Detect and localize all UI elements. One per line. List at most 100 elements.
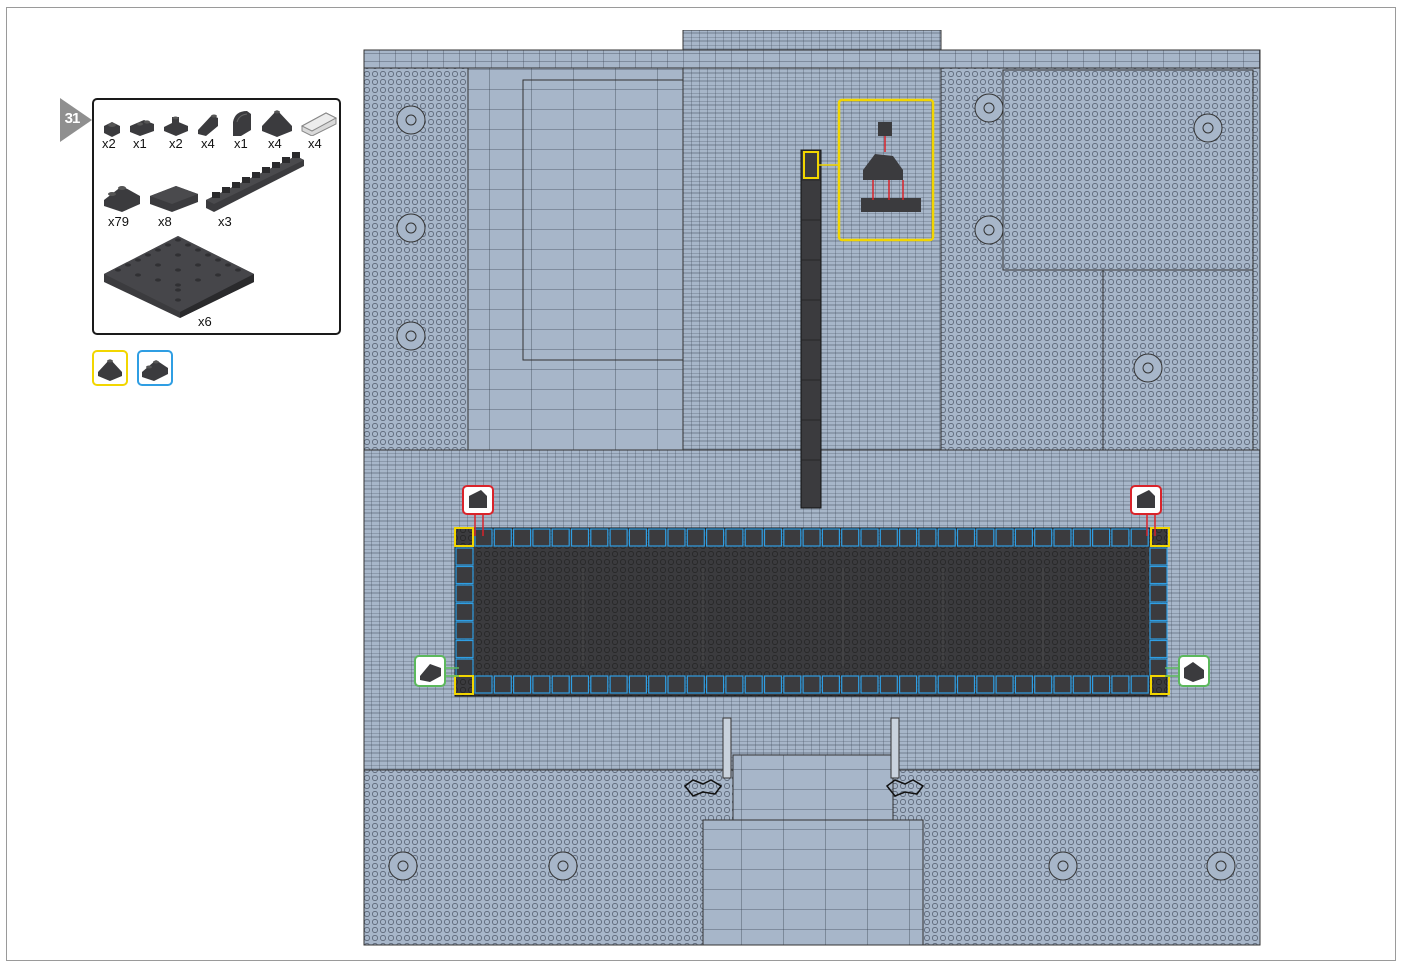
part-qty: x1 <box>133 136 147 151</box>
cheese-slope-cell <box>1149 639 1168 659</box>
part-qty: x4 <box>201 136 215 151</box>
cheese-slope-cell <box>1149 584 1168 603</box>
part-item: x6 <box>100 230 260 335</box>
part-item: x2 <box>161 114 191 158</box>
part-qty: x3 <box>218 214 232 229</box>
cheese-slope-cell <box>551 528 570 547</box>
cheese-slope-cell <box>628 528 647 547</box>
stair-landing <box>732 754 894 821</box>
cheese-slope-cell <box>1149 658 1168 677</box>
part-item: x1 <box>227 108 257 158</box>
cheese-slope-cell <box>455 584 474 603</box>
cheese-slope-cell <box>551 675 570 694</box>
part-item: x1 <box>127 114 157 158</box>
cheese-slope-cell <box>1053 675 1072 694</box>
tile-2x4-icon <box>150 186 198 212</box>
cheese-slope-icon <box>104 186 140 212</box>
blue-cheese-slope-col-left <box>455 547 474 677</box>
cheese-slope-cell <box>1130 528 1149 547</box>
part-qty: x4 <box>308 136 322 151</box>
cheese-slope-cell <box>513 675 532 694</box>
cheese-slope-cell <box>879 528 898 547</box>
cheese-slope-cell <box>841 675 860 694</box>
part-qty: x6 <box>198 314 212 329</box>
cheese-slope-cell <box>995 675 1014 694</box>
part-item: x2 <box>100 118 124 158</box>
cheese-slope-cell <box>532 528 551 547</box>
light-bluish-gray-tile-icon <box>300 112 338 137</box>
cheese-slope-cell <box>763 528 783 547</box>
cheese-slope-cell <box>860 528 879 547</box>
cheese-slope-cell <box>918 675 937 694</box>
cheese-slope-cell <box>455 547 474 566</box>
cheese-slope-cell <box>898 675 918 694</box>
right-stud-panel <box>1102 269 1254 451</box>
plate-1x10-icon <box>206 152 304 212</box>
cheese-slope-cell <box>937 675 956 694</box>
cheese-slope-cell <box>725 675 744 694</box>
cheese-slope-cell <box>802 675 821 694</box>
cheese-slope-cell <box>841 528 860 547</box>
upper-right-stud-panel <box>1002 69 1254 271</box>
cheese-slope-cell <box>609 528 628 547</box>
parts-list-callout: x2 x1 x2 x4 x1 x4 x4 x79 x8 x3 x6 <box>92 98 341 335</box>
cheese-slope-cell <box>1149 621 1168 640</box>
yellow-highlight-chip <box>92 350 128 386</box>
brick-1x2-icon <box>130 120 154 136</box>
cheese-slope-cell <box>821 528 840 547</box>
cheese-slope-cell <box>455 639 474 659</box>
cheese-slope-cell <box>898 528 918 547</box>
cheese-slope-cell <box>493 675 512 694</box>
cheese-slope-cell <box>1053 528 1072 547</box>
part-qty: x2 <box>102 136 116 151</box>
corner-slope-yellow-icon <box>98 359 122 381</box>
cheese-slope-cell <box>1072 528 1091 547</box>
cheese-slope-cell <box>879 675 898 694</box>
cheese-slope-cell <box>532 675 551 694</box>
cheese-slope-cell <box>455 621 474 640</box>
bottom-stair-tiles <box>702 819 924 946</box>
blue-cheese-slope-row-top <box>474 528 1149 547</box>
cheese-slope-cell <box>1072 675 1091 694</box>
part-item: x3 <box>204 152 306 232</box>
cheese-slope-cell <box>455 602 474 622</box>
cheese-slope-cell <box>1091 675 1111 694</box>
cheese-slope-blue-icon <box>142 360 168 381</box>
cheese-slope-cell <box>590 528 609 547</box>
blue-cheese-slope-col-right <box>1149 547 1168 677</box>
build-board <box>363 29 1261 946</box>
part-item: x8 <box>148 182 200 232</box>
corner-slope-icon <box>262 110 292 137</box>
cheese-slope-cell <box>1111 528 1130 547</box>
cheese-slope-cell <box>1014 528 1034 547</box>
part-qty: x79 <box>108 214 129 229</box>
cheese-slope-cell <box>995 528 1014 547</box>
cheese-slope-cell <box>918 528 937 547</box>
cheese-slope-cell <box>667 528 686 547</box>
cheese-slope-cell <box>1091 528 1111 547</box>
part-qty: x1 <box>234 136 248 151</box>
cheese-slope-cell <box>802 528 821 547</box>
brick-1x1-icon <box>104 122 120 137</box>
cheese-slope-cell <box>783 675 802 694</box>
cheese-slope-cell <box>1130 675 1149 694</box>
dark-column <box>800 149 822 509</box>
cheese-slope-cell <box>744 675 763 694</box>
cheese-slope-cell <box>609 675 628 694</box>
slope-1x2-icon <box>198 114 218 136</box>
blue-highlight-chip <box>137 350 173 386</box>
cheese-slope-cell <box>570 675 590 694</box>
cheese-slope-cell <box>648 675 667 694</box>
step-number: 31 <box>64 110 81 127</box>
upper-left-tile-panel <box>522 79 684 361</box>
cheese-slope-cell <box>1034 675 1053 694</box>
cheese-slope-cell <box>956 675 976 694</box>
cheese-slope-cell <box>686 528 705 547</box>
part-qty: x2 <box>169 136 183 151</box>
cheese-slope-cell <box>667 675 686 694</box>
cheese-slope-cell <box>1149 602 1168 622</box>
cheese-slope-cell <box>976 675 995 694</box>
top-tile-row <box>363 49 1261 69</box>
cheese-slope-cell <box>976 528 995 547</box>
part-qty: x8 <box>158 214 172 229</box>
